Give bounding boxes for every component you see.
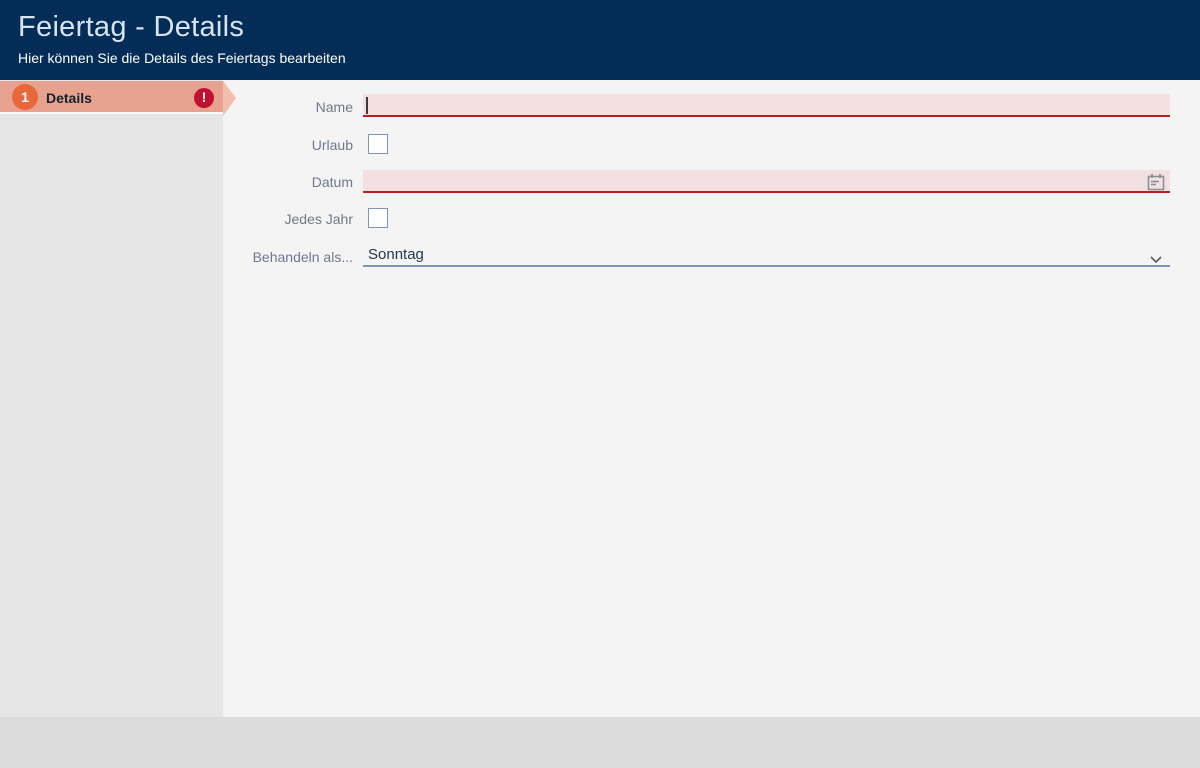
behandeln-als-label: Behandeln als...	[223, 249, 353, 265]
dialog-title: Feiertag - Details	[18, 11, 244, 44]
urlaub-checkbox[interactable]	[368, 134, 388, 154]
wizard-step-label: Details	[46, 90, 92, 106]
step-number-badge: 1	[12, 84, 38, 110]
calendar-icon[interactable]	[1146, 172, 1166, 192]
chevron-down-icon	[1150, 251, 1162, 269]
behandeln-als-select[interactable]: Sonntag	[363, 244, 1170, 267]
name-label: Name	[223, 99, 353, 115]
dialog-footer: Weiteres Objekt erstellen Fertigstellen …	[0, 717, 1200, 768]
dialog-subtitle: Hier können Sie die Details des Feiertag…	[18, 50, 346, 66]
error-badge-icon: !	[194, 88, 214, 108]
jedes-jahr-checkbox[interactable]	[368, 208, 388, 228]
text-cursor	[366, 97, 368, 114]
datum-label: Datum	[223, 174, 353, 190]
dialog-window: Feiertag - Details Hier können Sie die D…	[0, 0, 1200, 768]
name-input[interactable]	[363, 94, 1170, 117]
urlaub-label: Urlaub	[223, 137, 353, 153]
jedes-jahr-label: Jedes Jahr	[223, 211, 353, 227]
datum-input[interactable]	[363, 170, 1170, 193]
dialog-header: Feiertag - Details Hier können Sie die D…	[0, 0, 1200, 80]
wizard-sidebar: 1 Details !	[0, 80, 223, 717]
behandeln-als-value: Sonntag	[368, 246, 424, 263]
wizard-step-details[interactable]: 1 Details !	[0, 81, 223, 114]
